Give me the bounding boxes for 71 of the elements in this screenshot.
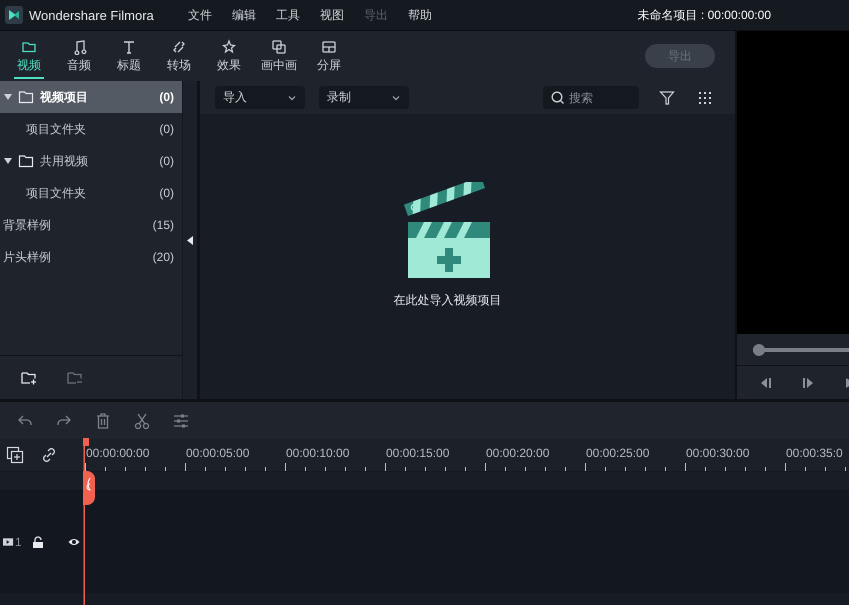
dropdown[interactable]: 录制	[319, 86, 409, 109]
tab[interactable]: 音频	[54, 31, 104, 81]
collapse-arrow-icon[interactable]	[187, 236, 193, 244]
time-label: 00:00:10:00	[286, 446, 350, 460]
item-label: 视频项目	[40, 88, 89, 106]
tab[interactable]: 效果	[204, 31, 254, 81]
item-count: (0)	[159, 90, 174, 104]
time-label: 00:00:20:00	[486, 446, 550, 460]
track-number: 1	[15, 535, 22, 549]
library-item[interactable]: 项目文件夹 (0)	[0, 113, 182, 145]
dropdown[interactable]: 导入	[215, 86, 305, 109]
time-label: 00:00:05:00	[186, 446, 250, 460]
adjust-icon[interactable]	[172, 412, 190, 430]
split-screen-icon	[321, 38, 337, 54]
time-label: 00:00:30:00	[686, 446, 750, 460]
library-item[interactable]: 背景样例 (15)	[0, 209, 182, 241]
menu-item[interactable]: 文件	[178, 6, 222, 24]
filter-icon[interactable]	[659, 90, 675, 106]
tab[interactable]: 转场	[154, 31, 204, 81]
item-count: (0)	[159, 186, 174, 200]
clapperboard-icon	[404, 182, 492, 278]
grid-icon[interactable]	[697, 90, 713, 106]
unlock-icon[interactable]	[32, 536, 44, 548]
menu-item[interactable]: 工具	[266, 6, 310, 24]
text-icon	[121, 38, 137, 54]
item-count: (20)	[152, 250, 174, 264]
time-label: 00:00:25:00	[586, 446, 650, 460]
link-icon[interactable]	[40, 446, 58, 464]
empty-message: 在此处导入视频项目	[394, 292, 502, 309]
time-label: 00:00:00:00	[86, 446, 150, 460]
tab[interactable]: 画中画	[254, 31, 304, 81]
item-count: (15)	[152, 218, 174, 232]
library-item[interactable]: 视频项目 (0)	[0, 81, 182, 113]
time-label: 00:00:15:00	[386, 446, 450, 460]
overlay-icon	[271, 38, 287, 54]
item-label: 片头样例	[3, 248, 52, 266]
tab[interactable]: 标题	[104, 31, 154, 81]
tab[interactable]: 分屏	[304, 31, 354, 81]
folder-icon	[18, 153, 34, 169]
item-label: 背景样例	[3, 216, 52, 234]
scrubber-thumb[interactable]	[753, 344, 765, 356]
folder-icon	[18, 89, 34, 105]
menu-item[interactable]: 视图	[310, 6, 354, 24]
tab[interactable]: 视频	[4, 31, 54, 81]
expanded-arrow-icon[interactable]	[3, 156, 13, 166]
project-title: 未命名项目 : 00:00:00:00	[638, 6, 771, 24]
library-item[interactable]: 项目文件夹 (0)	[0, 177, 182, 209]
search-icon	[551, 91, 565, 105]
item-count: (0)	[159, 154, 174, 168]
item-label: 项目文件夹	[26, 120, 87, 138]
time-label: 00:00:35:0	[786, 446, 843, 460]
menu-item[interactable]: 编辑	[222, 6, 266, 24]
add-track-icon[interactable]	[6, 446, 24, 464]
item-label: 项目文件夹	[26, 184, 87, 202]
eye-icon[interactable]	[68, 536, 80, 548]
menu-item[interactable]: 帮助	[398, 6, 442, 24]
transition-icon	[171, 38, 187, 54]
next-frame-icon[interactable]	[801, 376, 815, 390]
scissors-icon[interactable]	[133, 412, 151, 430]
sparkle-icon	[221, 38, 237, 54]
search-field[interactable]: 搜索	[543, 86, 639, 109]
trash-icon[interactable]	[94, 412, 112, 430]
item-label: 共用视频	[40, 152, 89, 170]
app-name: Wondershare Filmora	[29, 8, 154, 22]
previous-frame-icon[interactable]	[759, 376, 773, 390]
video-track-icon	[3, 536, 14, 548]
library-item[interactable]: 共用视频 (0)	[0, 145, 182, 177]
expanded-arrow-icon[interactable]	[3, 92, 13, 102]
library-item[interactable]: 片头样例 (20)	[0, 241, 182, 273]
app-logo-icon	[5, 6, 23, 24]
item-count: (0)	[159, 122, 174, 136]
